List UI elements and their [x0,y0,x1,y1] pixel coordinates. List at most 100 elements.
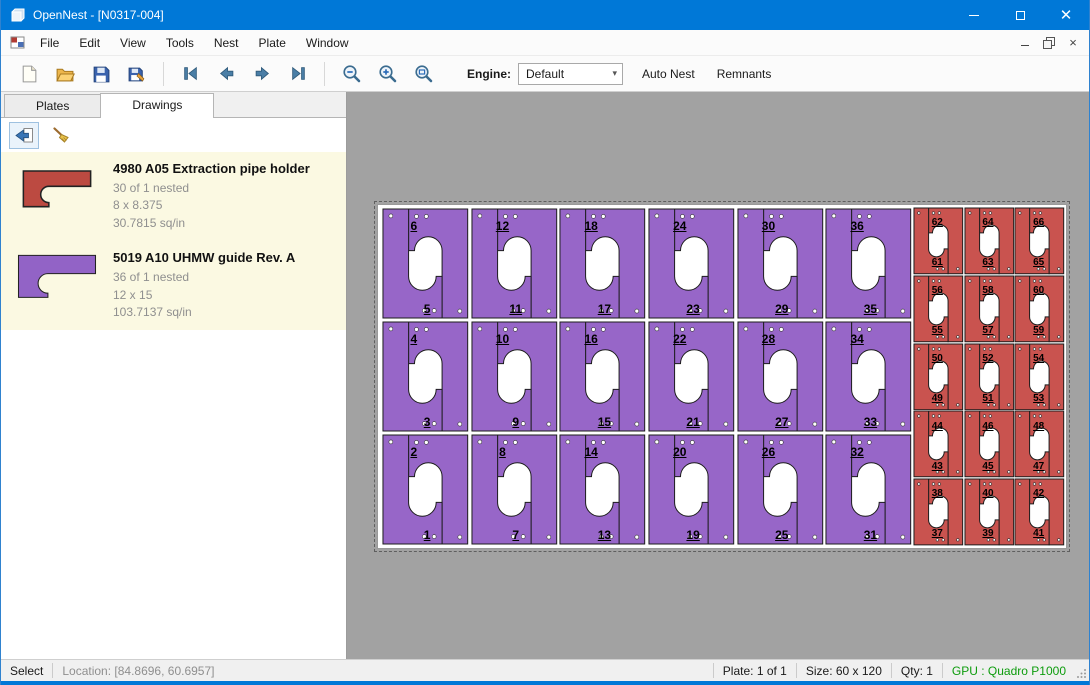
tab-plates[interactable]: Plates [4,94,101,117]
status-qty: Qty: 1 [892,664,942,678]
move-back-button[interactable] [9,122,39,149]
nest-cell[interactable]: 65 [381,207,470,320]
drawing-item[interactable]: 5019 A10 UHMW guide Rev. A36 of 1 nested… [1,241,346,330]
part-number: 19 [686,528,699,542]
nest-cell[interactable]: 6059 [1014,275,1065,343]
part-number: 30 [762,219,775,233]
part-number: 40 [982,488,993,499]
menu-item-window[interactable]: Window [296,32,359,54]
nest-cell[interactable]: 2019 [647,433,736,546]
next-plate-button[interactable] [244,59,280,89]
nest-cell[interactable]: 4241 [1014,478,1065,546]
drawing-area: 30.7815 sq/in [113,215,310,232]
clean-button[interactable] [46,122,76,149]
remnants-button[interactable]: Remnants [706,60,783,88]
nest-cell[interactable]: 2625 [736,433,825,546]
nest-cell[interactable]: 6665 [1014,207,1065,275]
part-number: 36 [850,219,863,233]
engine-label: Engine: [467,67,511,81]
toolbar: Engine: Default ▾ Auto Nest Remnants [1,56,1089,92]
main-area: PlatesDrawings 4980 A05 Extraction [1,92,1089,659]
save-as-button[interactable] [119,59,155,89]
nest-cell[interactable]: 58 57 [964,275,1015,343]
part-number: 53 [1033,393,1044,404]
child-minimize-button[interactable] [1014,34,1036,52]
engine-select[interactable]: Default ▾ [518,63,623,85]
previous-plate-button[interactable] [208,59,244,89]
menu-item-file[interactable]: File [30,32,69,54]
nest-cell[interactable]: 4847 [1014,410,1065,478]
nest-cell[interactable]: 21 [381,433,470,546]
nest-cell[interactable]: 2827 [736,320,825,433]
nest-cell[interactable]: 2221 [647,320,736,433]
nest-cell[interactable]: 3029 [736,207,825,320]
nest-cell[interactable]: 46 45 [964,410,1015,478]
nest-cell[interactable]: 1817 [558,207,647,320]
drawing-size: 12 x 15 [113,287,295,304]
drawing-item[interactable]: 4980 A05 Extraction pipe holder30 of 1 n… [1,152,346,241]
nest-cell[interactable]: 87 [470,433,559,546]
nest-cell[interactable]: 6261 [913,207,964,275]
panel-toolbar [1,118,346,152]
part-number: 57 [982,325,993,336]
nest-cell[interactable]: 1615 [558,320,647,433]
nest-cell[interactable]: 3635 [824,207,913,320]
resize-grip[interactable] [1075,660,1089,681]
nest-cell[interactable]: 3231 [824,433,913,546]
resize-grip-icon [1076,668,1087,679]
nest-cell[interactable]: 3837 [913,478,964,546]
menu-item-tools[interactable]: Tools [156,32,204,54]
part-number: 24 [673,219,686,233]
nest-cell[interactable]: 6463 [964,207,1015,275]
part-number: 14 [584,445,597,459]
part-number: 50 [932,353,943,364]
nest-cell[interactable]: 5251 [964,343,1015,411]
nest-cell[interactable]: 5655 [913,275,964,343]
part-number: 45 [982,461,993,472]
window-bottom-border [1,681,1089,685]
menu-item-edit[interactable]: Edit [69,32,110,54]
toolbar-separator [163,62,164,86]
part-number: 22 [673,332,686,346]
new-button[interactable] [11,59,47,89]
part-number: 58 [982,285,993,296]
save-button[interactable] [83,59,119,89]
nest-canvas: 6512111817242330293635431091615222128273… [347,92,1089,659]
drawing-text: 5019 A10 UHMW guide Rev. A36 of 1 nested… [113,250,295,321]
drawing-title: 4980 A05 Extraction pipe holder [113,161,310,176]
nest-cell[interactable]: 4039 [964,478,1015,546]
nest-cell[interactable]: 5049 [913,343,964,411]
close-button[interactable]: ✕ [1043,0,1089,30]
zoom-in-button[interactable] [369,59,405,89]
nest-cell[interactable]: 43 [381,320,470,433]
last-plate-button[interactable] [280,59,316,89]
first-plate-button[interactable] [172,59,208,89]
menu-item-view[interactable]: View [110,32,156,54]
auto-nest-button[interactable]: Auto Nest [631,60,706,88]
nest-cell[interactable]: 2423 [647,207,736,320]
drawing-nested-count: 36 of 1 nested [113,269,295,286]
zoom-fit-button[interactable] [405,59,441,89]
maximize-button[interactable] [997,0,1043,30]
part-number: 65 [1033,257,1044,268]
nest-cell[interactable]: 5453 [1014,343,1065,411]
nest-cell[interactable]: 109 [470,320,559,433]
nest-cell[interactable]: 3433 [824,320,913,433]
nest-cell[interactable]: 4443 [913,410,964,478]
zoom-out-button[interactable] [333,59,369,89]
tab-drawings[interactable]: Drawings [100,93,214,118]
status-location: Location: [84.8696, 60.6957] [53,664,223,678]
nest-cell[interactable]: 1211 [470,207,559,320]
child-restore-button[interactable] [1038,34,1060,52]
open-button[interactable] [47,59,83,89]
child-close-button[interactable]: × [1062,34,1084,52]
restore-icon [1043,37,1055,49]
part-number: 20 [673,445,686,459]
part-number: 10 [496,332,509,346]
part-number: 46 [982,421,993,432]
zoom-in-icon [378,64,397,83]
nest-cell[interactable]: 1413 [558,433,647,546]
menu-item-plate[interactable]: Plate [249,32,296,54]
minimize-button[interactable] [951,0,997,30]
menu-item-nest[interactable]: Nest [204,32,249,54]
